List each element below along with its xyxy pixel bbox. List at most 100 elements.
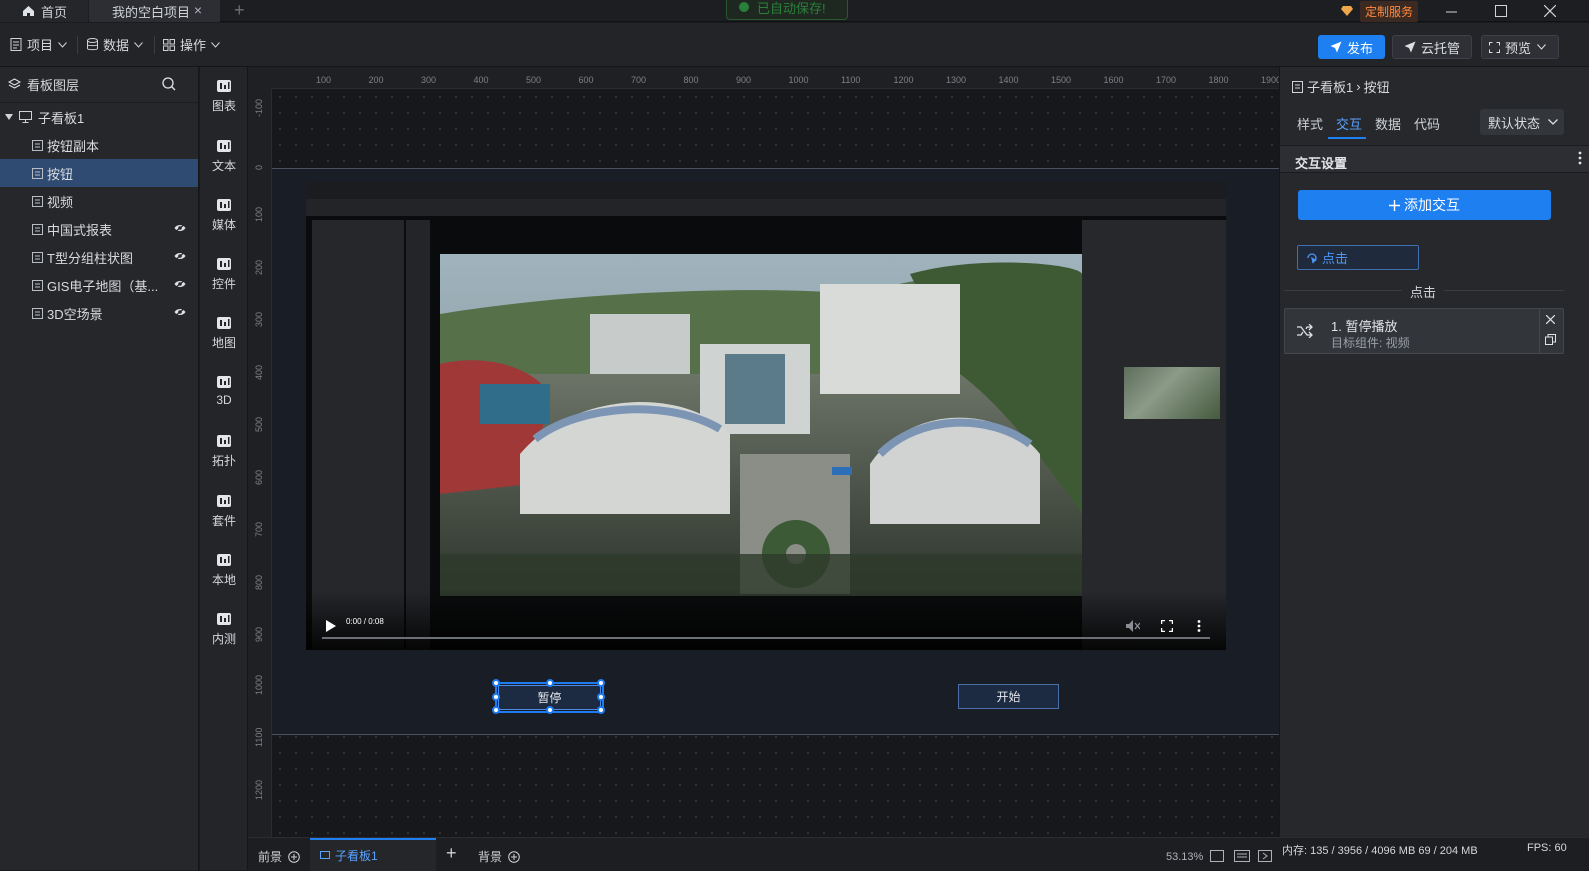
- layer-item[interactable]: 按钮副本: [0, 131, 198, 159]
- tab-data[interactable]: 数据: [1375, 114, 1401, 133]
- resize-handle[interactable]: [546, 706, 554, 714]
- layer-item[interactable]: 中国式报表: [0, 215, 198, 243]
- canvas-area[interactable]: 0:00 / 0:08 暂停 开始 100 200 300 400 500 600 700 8…: [248, 67, 1279, 837]
- ruler-tick-label: -100: [254, 98, 264, 117]
- resize-handle[interactable]: [492, 679, 500, 687]
- layer-label: GIS电子地图（基...: [47, 278, 159, 294]
- tab-project[interactable]: 我的空白项目 ×: [89, 0, 220, 22]
- layer-item[interactable]: 3D空场景: [0, 299, 198, 327]
- board-icon: [19, 111, 32, 123]
- component-text[interactable]: 文本: [200, 137, 248, 174]
- tab-background[interactable]: 背景: [478, 848, 520, 865]
- ruler-tick-label: 700: [631, 75, 647, 85]
- component-topology[interactable]: 拓扑: [200, 432, 248, 469]
- ruler-tick-label: 1700: [1156, 75, 1177, 85]
- menu-data[interactable]: 数据: [87, 35, 148, 54]
- component-widget[interactable]: 控件: [200, 255, 248, 292]
- menu-operations[interactable]: 操作: [163, 35, 225, 54]
- eye-hidden-icon[interactable]: [174, 279, 186, 289]
- resize-handle[interactable]: [492, 693, 500, 701]
- tab-style[interactable]: 样式: [1297, 114, 1323, 133]
- close-window-button[interactable]: [1530, 0, 1570, 22]
- search-icon[interactable]: [162, 77, 176, 91]
- click-icon: [1307, 252, 1317, 264]
- keyboard-icon[interactable]: [1234, 850, 1250, 862]
- cloud-host-button[interactable]: 云托管: [1392, 35, 1472, 59]
- maximize-button[interactable]: [1481, 0, 1521, 22]
- close-icon[interactable]: [1546, 315, 1555, 324]
- add-page-icon[interactable]: +: [446, 843, 457, 864]
- layer-item[interactable]: 按钮: [0, 159, 198, 187]
- play-icon[interactable]: [326, 620, 336, 632]
- component-local[interactable]: 本地: [200, 551, 248, 588]
- collapse-icon[interactable]: [1258, 850, 1272, 862]
- publish-button[interactable]: 发布: [1318, 35, 1385, 59]
- action-title: 1. 暂停播放: [1331, 319, 1398, 334]
- resize-handle[interactable]: [597, 706, 605, 714]
- component-map[interactable]: 地图: [200, 314, 248, 351]
- component-media[interactable]: 媒体: [200, 196, 248, 233]
- video-frame-rightpanel: [1082, 220, 1226, 650]
- layer-label: 按钮副本: [47, 138, 100, 154]
- cube-icon: [215, 373, 233, 393]
- tab-interaction[interactable]: 交互: [1336, 114, 1362, 133]
- ruler-tick-label: 700: [254, 521, 264, 537]
- resize-handle[interactable]: [597, 693, 605, 701]
- tab-code[interactable]: 代码: [1414, 114, 1440, 133]
- eye-hidden-icon[interactable]: [174, 251, 186, 261]
- eye-hidden-icon[interactable]: [174, 307, 186, 317]
- resize-handle[interactable]: [597, 679, 605, 687]
- kit-icon: [215, 492, 233, 512]
- layer-item[interactable]: 视频: [0, 187, 198, 215]
- component-chart[interactable]: 图表: [200, 77, 248, 114]
- component-cube[interactable]: 3D: [200, 373, 248, 407]
- minimize-button[interactable]: [1431, 0, 1471, 22]
- component-kit[interactable]: 套件: [200, 492, 248, 529]
- add-circle-icon[interactable]: [508, 850, 520, 863]
- ruler-tick-label: 400: [473, 75, 489, 85]
- interaction-action-card[interactable]: 1. 暂停播放 目标组件: 视频: [1284, 308, 1564, 354]
- copy-icon[interactable]: [1545, 334, 1556, 345]
- mute-icon[interactable]: [1126, 620, 1140, 632]
- interaction-section-header[interactable]: 交互设置: [1280, 145, 1589, 173]
- tab-home[interactable]: 首页: [0, 0, 88, 22]
- more-vertical-icon[interactable]: [1197, 620, 1201, 632]
- video-component[interactable]: 0:00 / 0:08: [306, 182, 1226, 650]
- add-tab-icon[interactable]: +: [234, 0, 245, 21]
- caret-down-icon[interactable]: [5, 114, 13, 120]
- add-circle-icon[interactable]: [288, 850, 300, 863]
- event-divider-label: 点击: [1402, 282, 1445, 301]
- toolbar-divider: [77, 36, 78, 54]
- map-icon: [215, 314, 233, 334]
- menu-project[interactable]: 项目: [10, 35, 72, 54]
- add-interaction-button[interactable]: 添加交互: [1298, 190, 1551, 220]
- video-progress-bar[interactable]: [322, 637, 1210, 639]
- beta-icon: [215, 610, 233, 630]
- layer-item[interactable]: T型分组柱状图: [0, 243, 198, 271]
- ruler-tick-label: 200: [254, 259, 264, 275]
- start-button[interactable]: 开始: [958, 684, 1059, 709]
- close-tab-icon[interactable]: ×: [194, 2, 202, 18]
- layer-root-label: 子看板1: [38, 110, 85, 126]
- breadcrumb-current: 按钮: [1363, 80, 1390, 95]
- breadcrumb-parent[interactable]: 子看板1: [1307, 77, 1353, 96]
- ruler-tick-label: 1000: [254, 674, 264, 695]
- layer-group-root[interactable]: 子看板1: [0, 103, 198, 131]
- state-select[interactable]: 默认状态: [1480, 109, 1564, 135]
- ruler-horizontal: 100 200 300 400 500 600 700 800 900 1000 1100 1200 1…: [272, 67, 1279, 89]
- preview-button[interactable]: 预览: [1481, 35, 1559, 59]
- component-label: 媒体: [211, 218, 236, 232]
- component-beta[interactable]: 内测: [200, 610, 248, 647]
- resize-handle[interactable]: [492, 706, 500, 714]
- tab-board[interactable]: 子看板1: [310, 838, 436, 871]
- resize-handle[interactable]: [546, 679, 554, 687]
- fit-screen-icon[interactable]: [1210, 850, 1224, 862]
- more-vertical-icon[interactable]: [1578, 151, 1582, 165]
- tab-foreground[interactable]: 前景: [258, 848, 300, 865]
- custom-service-button[interactable]: 定制服务: [1340, 0, 1419, 22]
- layer-item[interactable]: GIS电子地图（基...: [0, 271, 198, 299]
- eye-hidden-icon[interactable]: [174, 223, 186, 233]
- trigger-click-chip[interactable]: 点击: [1297, 245, 1419, 270]
- zoom-level[interactable]: 53.13%: [1166, 851, 1203, 863]
- fullscreen-icon[interactable]: [1161, 620, 1173, 632]
